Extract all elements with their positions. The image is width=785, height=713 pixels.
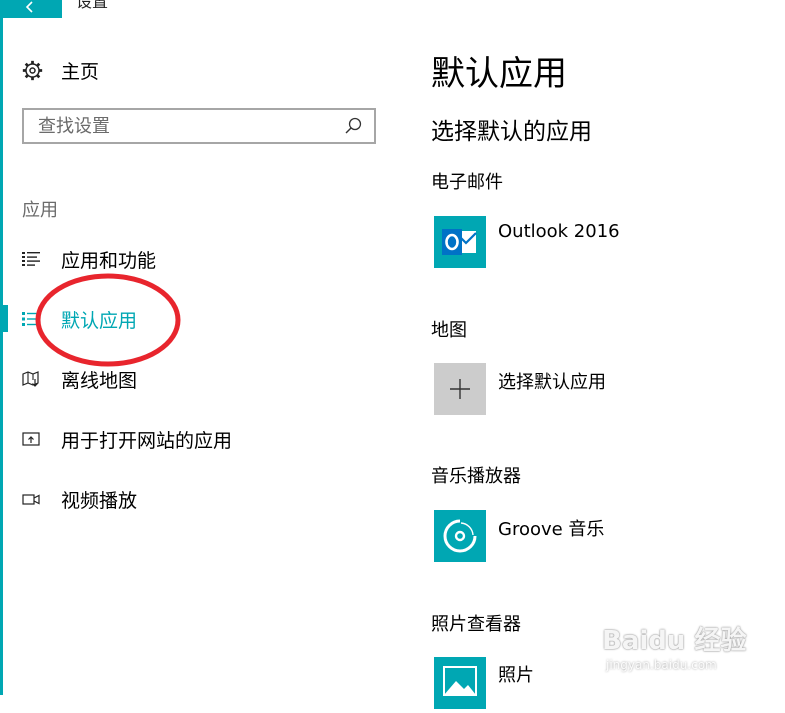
- search-box[interactable]: [22, 108, 376, 144]
- groove-music-icon: [443, 519, 477, 553]
- selected-indicator: [3, 305, 8, 332]
- choose-default-tile[interactable]: [434, 363, 486, 415]
- open-website-icon: [22, 432, 40, 446]
- photos-tile[interactable]: [434, 657, 486, 709]
- watermark-url: jingyan.baidu.com: [606, 658, 717, 672]
- outlook-icon: [442, 229, 477, 255]
- list-icon: [22, 252, 40, 266]
- search-icon[interactable]: [342, 115, 364, 137]
- sidebar-item-label: 应用和功能: [61, 250, 157, 272]
- baidu-watermark: Baidu 经验 jingyan.baidu.com: [602, 620, 752, 682]
- sidebar-item-label: 离线地图: [61, 370, 138, 392]
- plus-icon: [450, 379, 470, 399]
- search-input[interactable]: [24, 114, 342, 138]
- window-left-edge: [0, 0, 3, 695]
- app-name-maps[interactable]: 选择默认应用: [498, 368, 606, 394]
- home-label: 主页: [61, 60, 100, 83]
- section-label-apps: 应用: [22, 200, 58, 221]
- window-title: 设置: [76, 0, 109, 11]
- groove-tile[interactable]: [434, 510, 486, 562]
- default-apps-icon: [22, 312, 40, 326]
- category-label-email: 电子邮件: [431, 172, 503, 193]
- category-label-music: 音乐播放器: [431, 466, 521, 487]
- outlook-tile[interactable]: [434, 216, 486, 268]
- watermark-brand: Baidu 经验: [602, 626, 747, 656]
- sidebar-item-label: 默认应用: [61, 310, 138, 332]
- photos-icon: [443, 666, 477, 696]
- map-download-icon: [22, 371, 39, 387]
- gear-icon: [22, 60, 43, 80]
- back-arrow-icon: [25, 1, 33, 13]
- page-title: 默认应用: [431, 54, 567, 94]
- video-icon: [22, 494, 40, 505]
- section-subtitle: 选择默认的应用: [431, 119, 592, 145]
- category-label-maps: 地图: [431, 320, 467, 341]
- sidebar-item-label: 用于打开网站的应用: [61, 430, 233, 452]
- home-link[interactable]: 主页: [22, 56, 99, 84]
- app-name-email[interactable]: Outlook 2016: [498, 221, 620, 242]
- sidebar-item-label: 视频播放: [61, 490, 138, 512]
- category-label-photos: 照片查看器: [431, 614, 521, 635]
- app-name-music[interactable]: Groove 音乐: [498, 515, 604, 541]
- app-name-photos[interactable]: 照片: [498, 661, 534, 687]
- back-button[interactable]: [0, 0, 62, 18]
